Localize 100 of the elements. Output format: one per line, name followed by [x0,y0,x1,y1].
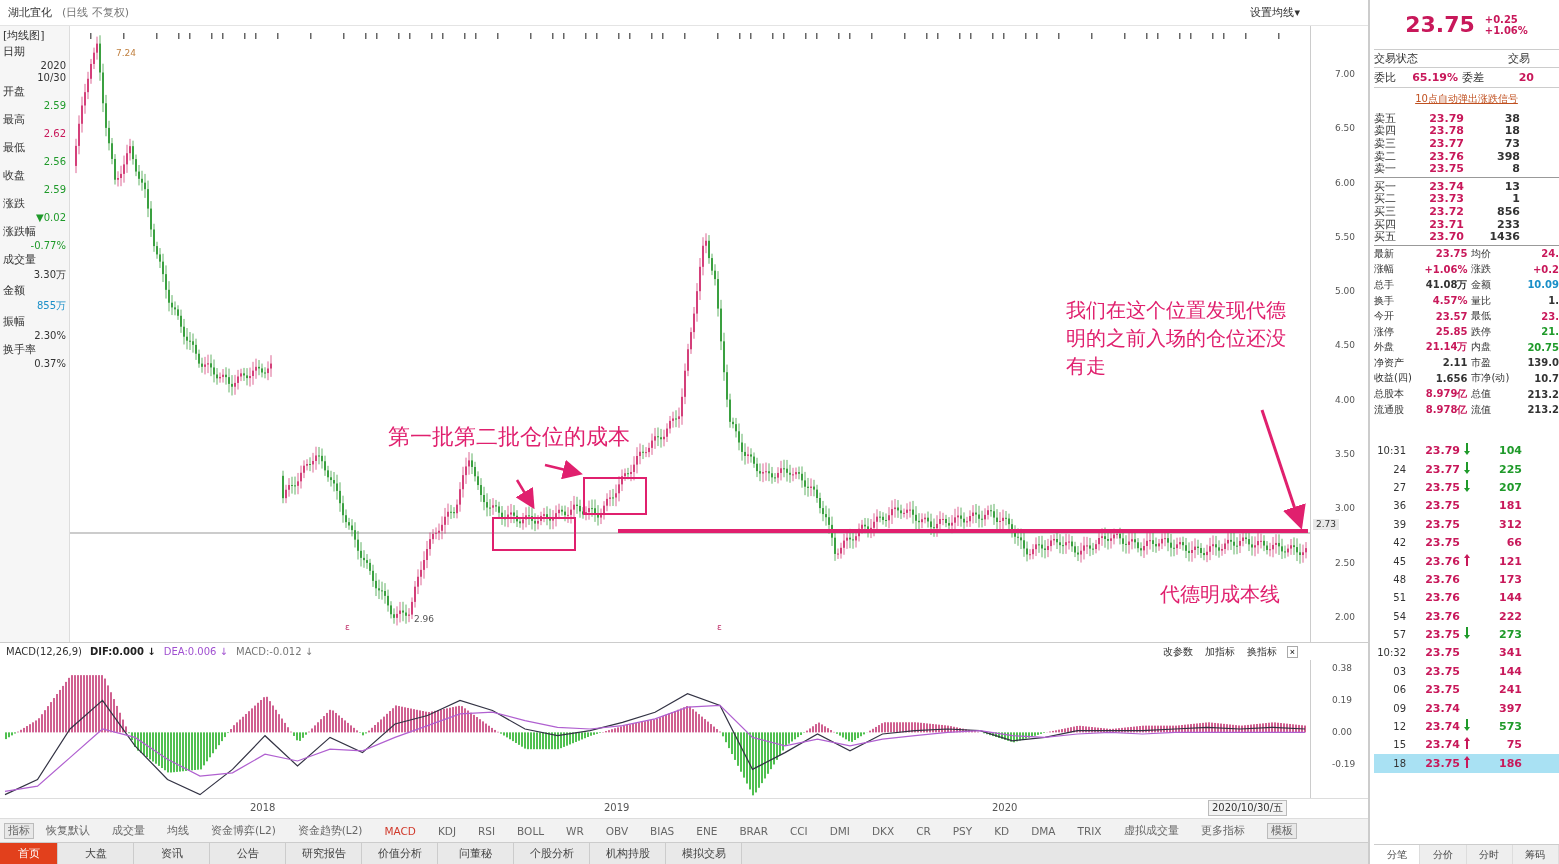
indicator-tab[interactable]: BRAR [739,824,768,837]
indicator-tab[interactable]: CCI [789,824,808,837]
trade-time: 39 [1392,518,1406,530]
indicator-tab[interactable]: 资金趋势(L2) [297,823,363,838]
trade-row[interactable]: 10:31 23.79 104 [1374,441,1559,460]
trade-row[interactable]: 12 23.74 573 [1374,717,1559,736]
set-ma-button[interactable]: 设置均线▾ [1246,5,1304,20]
trade-row[interactable]: 48 23.76 173 [1374,570,1559,589]
trade-row[interactable]: 10:32 23.75 341 [1374,643,1559,663]
indicator-tab[interactable]: 恢复默认 [46,823,90,838]
trade-volume: 121 [1498,554,1522,568]
info-label: 换手率 [3,342,37,357]
trade-volume: 341 [1498,646,1522,660]
indicator-value: DEA:0.006 ↓ [163,646,228,657]
order-price: 23.72 [1428,204,1464,218]
info-value: 2.56 [43,156,66,167]
indicator-tab[interactable]: 资金博弈(L2) [211,823,276,838]
order-volume: 38 [1503,111,1520,125]
order-price: 23.76 [1428,149,1464,163]
order-price: 23.79 [1428,111,1464,125]
macd-axis-label: 0.00 [1332,727,1353,738]
indicator-tab[interactable]: 成交量 [112,823,145,838]
info-value: 2.59 [43,100,66,111]
indicator-tab[interactable]: 均线 [167,823,189,838]
indicator-tab[interactable]: BIAS [650,824,675,837]
trade-price: 23.75 [1424,628,1460,642]
indicator-tab[interactable]: WR [566,824,584,837]
order-level-label: 卖四 [1374,124,1397,138]
trade-row[interactable]: 36 23.75 181 [1374,496,1559,516]
indicator-tab[interactable]: PSY [952,824,973,837]
price-change-percent: +1.06% [1484,24,1528,36]
indicator-tab[interactable]: MACD [384,824,416,837]
trade-time: 48 [1392,573,1406,585]
trade-volume: 225 [1498,462,1522,476]
trade-time: 03 [1392,665,1406,677]
stat-value: 20.75 [1526,341,1559,353]
last-price: 23.75 [1405,12,1475,37]
close-button[interactable]: × [1286,645,1298,658]
indicator-tab[interactable]: KD [994,824,1010,837]
trade-volume: 144 [1498,664,1522,678]
macd-axis-label: 0.38 [1332,663,1353,674]
indicator-tab[interactable]: 模板 [1266,822,1297,839]
order-level-label: 买四 [1374,217,1397,231]
indicator-tab[interactable]: BOLL [517,824,545,837]
order-level-label: 买五 [1374,230,1397,245]
indicator-tab[interactable]: 虚拟成交量 [1123,823,1179,838]
stat-label: 收益(四) [1374,371,1413,386]
quote-tab[interactable]: 分时 [1466,845,1513,864]
trade-row[interactable]: 54 23.76 222 [1374,607,1559,626]
diff-label: 委差 [1462,70,1485,85]
order-level-label: 买二 [1374,192,1397,206]
trade-time: 45 [1392,555,1406,567]
signal-link[interactable]: 10点自动弹出涨跌信号 [1415,92,1518,106]
indicator-tab[interactable]: DKX [871,824,895,837]
trade-row[interactable]: 57 23.75 273 [1374,625,1559,644]
trade-volume: 222 [1498,609,1522,623]
indicator-tab[interactable]: CR [916,824,931,837]
trade-volume: 312 [1498,517,1522,531]
order-level-label: 卖一 [1374,162,1397,177]
stat-value: 4.57% [1431,295,1468,306]
page-tab[interactable]: 首页 [0,843,58,864]
indicator-tab[interactable]: ENE [696,824,718,837]
trade-row[interactable]: 39 23.75 312 [1374,515,1559,534]
price-change: +0.25 [1484,13,1519,25]
indicator-action[interactable]: 加指标 [1202,644,1237,659]
price-axis-label: 6.00 [1334,176,1357,189]
trade-row[interactable]: 45 23.76 121 [1374,551,1559,571]
trade-volume: 75 [1505,738,1522,752]
trade-row[interactable]: 18 23.75 186 [1374,754,1559,773]
trade-price: 23.75 [1424,480,1460,494]
trade-row[interactable]: 09 23.74 397 [1374,698,1559,718]
indicator-tab[interactable]: 更多指标 [1200,823,1245,838]
indicator-tab[interactable]: DMI [829,824,850,837]
stat-value: 8.978亿 [1424,402,1468,417]
trade-price: 23.79 [1424,444,1460,458]
quote-tab[interactable]: 筹码 [1512,845,1559,864]
indicator-tab[interactable]: KDJ [437,824,457,837]
trade-row[interactable]: 03 23.75 144 [1374,662,1559,681]
indicator-tab[interactable]: 指标 [4,822,34,839]
trade-row[interactable]: 06 23.75 241 [1374,680,1559,699]
indicator-tab[interactable]: DMA [1031,824,1056,837]
trade-price: 23.75 [1424,517,1460,531]
trade-row[interactable]: 24 23.77 225 [1374,459,1559,479]
indicator-tab[interactable]: TRIX [1077,824,1102,837]
trade-time: 12 [1392,721,1406,732]
indicator-action[interactable]: 换指标 [1244,644,1279,659]
trade-volume: 573 [1498,720,1522,733]
info-label: 成交量 [3,252,37,267]
info-label: 涨跌幅 [3,224,37,239]
indicator-tab[interactable]: RSI [478,824,496,837]
quote-tab[interactable]: 分价 [1420,845,1467,864]
info-label: 最高 [3,112,26,127]
trade-row[interactable]: 51 23.76 144 [1374,588,1559,607]
trade-price: 23.76 [1424,554,1460,568]
stat-label: 市净(动) [1471,371,1511,386]
trade-row[interactable]: 15 23.74 75 [1374,735,1559,755]
trade-row[interactable]: 42 23.75 66 [1374,533,1559,552]
indicator-action[interactable]: 改参数 [1160,644,1195,659]
trade-row[interactable]: 27 23.75 207 [1374,478,1559,497]
indicator-tab[interactable]: OBV [605,824,629,837]
